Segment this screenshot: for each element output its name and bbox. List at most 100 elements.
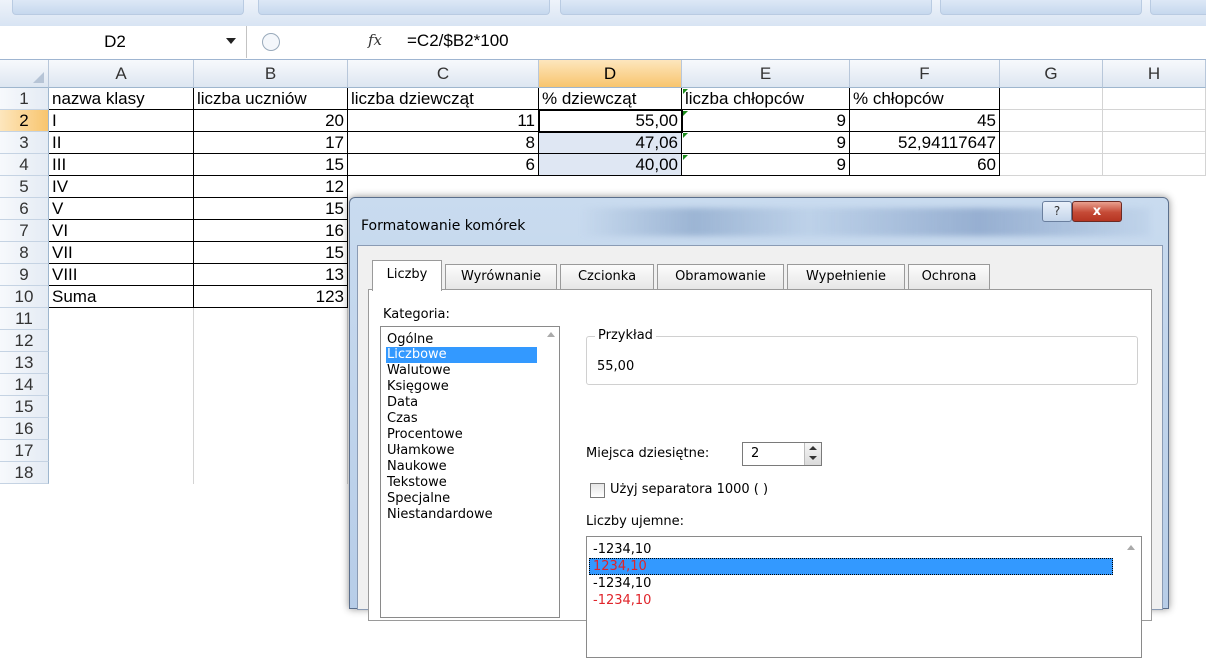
cell-c4[interactable]: 6 — [348, 154, 539, 176]
cell-b2[interactable]: 20 — [194, 110, 348, 132]
row-header[interactable]: 1 — [0, 88, 49, 110]
cell-a4[interactable]: III — [49, 154, 194, 176]
cell-h4[interactable] — [1103, 154, 1206, 176]
cell-g1[interactable] — [1000, 88, 1103, 110]
cell-h3[interactable] — [1103, 132, 1206, 154]
column-header-g[interactable]: G — [1000, 60, 1103, 88]
cell-f3[interactable]: 52,94117647 — [850, 132, 1000, 154]
row-header[interactable]: 3 — [0, 132, 49, 154]
negative-format-item[interactable]: -1234,10 — [593, 541, 651, 558]
cell-d4[interactable]: 40,00 — [539, 154, 682, 176]
category-item[interactable]: Ogólne — [387, 332, 433, 348]
row-header[interactable]: 7 — [0, 220, 49, 242]
column-header-c[interactable]: C — [348, 60, 539, 88]
spinner-buttons[interactable] — [804, 443, 821, 465]
cell-b4[interactable]: 15 — [194, 154, 348, 176]
row-header[interactable]: 14 — [0, 374, 49, 396]
cell-b8[interactable]: 15 — [194, 242, 348, 264]
cell-e2[interactable]: 9 — [682, 110, 850, 132]
row-header[interactable]: 2 — [0, 110, 49, 132]
cell-b7[interactable]: 16 — [194, 220, 348, 242]
category-item[interactable]: Data — [387, 395, 418, 411]
scroll-up-icon[interactable] — [1127, 545, 1135, 550]
cell-g3[interactable] — [1000, 132, 1103, 154]
cell-f1[interactable]: % chłopców — [850, 88, 1000, 110]
scroll-up-icon[interactable] — [547, 332, 555, 337]
decimals-value[interactable]: 2 — [751, 446, 759, 461]
tab-czcionka[interactable]: Czcionka — [560, 264, 654, 289]
row-header[interactable]: 18 — [0, 462, 49, 484]
cell-a6[interactable]: V — [49, 198, 194, 220]
cell-b6[interactable]: 15 — [194, 198, 348, 220]
ribbon-group-clipboard[interactable] — [12, 0, 244, 15]
fx-icon[interactable]: fx — [368, 31, 382, 49]
cell-a5[interactable]: IV — [49, 176, 194, 198]
formula-cancel-icon[interactable] — [262, 33, 280, 51]
cell-g4[interactable] — [1000, 154, 1103, 176]
cell-d1[interactable]: % dziewcząt — [539, 88, 682, 110]
category-item[interactable]: Księgowe — [387, 379, 449, 395]
ribbon-group-more[interactable] — [1150, 0, 1206, 15]
tab-liczby[interactable]: Liczby — [372, 260, 442, 291]
cell-a9[interactable]: VIII — [49, 264, 194, 286]
select-all-corner[interactable] — [0, 60, 49, 88]
negative-numbers-list[interactable]: -1234,10 1234,10 -1234,10 -1234,10 — [586, 536, 1142, 658]
cell-a3[interactable]: II — [49, 132, 194, 154]
cell-b10[interactable]: 123 — [194, 286, 348, 308]
cell-a8[interactable]: VII — [49, 242, 194, 264]
decimals-spinner[interactable]: 2 — [742, 442, 822, 466]
column-header-b[interactable]: B — [194, 60, 348, 88]
cell-a10[interactable]: Suma — [49, 286, 194, 308]
cell-e4[interactable]: 9 — [682, 154, 850, 176]
cell-b3[interactable]: 17 — [194, 132, 348, 154]
cell-e3[interactable]: 9 — [682, 132, 850, 154]
category-item[interactable]: Procentowe — [387, 427, 463, 443]
spin-up-icon[interactable] — [809, 446, 817, 450]
row-header[interactable]: 11 — [0, 308, 49, 330]
cell-h2[interactable] — [1103, 110, 1206, 132]
category-item[interactable]: Walutowe — [387, 363, 451, 379]
row-header[interactable]: 12 — [0, 330, 49, 352]
row-header[interactable]: 5 — [0, 176, 49, 198]
negative-format-item[interactable]: -1234,10 — [593, 575, 651, 592]
column-header-h[interactable]: H — [1103, 60, 1206, 88]
cell-b1[interactable]: liczba uczniów — [194, 88, 348, 110]
cell-d2[interactable]: 55,00 — [539, 110, 682, 132]
column-header-d[interactable]: D — [539, 60, 682, 88]
close-button[interactable]: x — [1072, 201, 1122, 222]
spin-down-icon[interactable] — [809, 456, 817, 460]
row-header[interactable]: 13 — [0, 352, 49, 374]
name-box[interactable]: D2 — [0, 26, 247, 58]
row-header[interactable]: 16 — [0, 418, 49, 440]
row-header[interactable]: 4 — [0, 154, 49, 176]
category-item[interactable]: Czas — [387, 411, 418, 427]
cell-d3[interactable]: 47,06 — [539, 132, 682, 154]
empty-area-a[interactable] — [49, 308, 194, 484]
category-item-selected[interactable]: Liczbowe — [386, 347, 537, 363]
tab-ochrona[interactable]: Ochrona — [908, 264, 990, 289]
cell-c2[interactable]: 11 — [348, 110, 539, 132]
cell-g2[interactable] — [1000, 110, 1103, 132]
cell-a1[interactable]: nazwa klasy — [49, 88, 194, 110]
ribbon-group-number[interactable] — [940, 0, 1142, 15]
category-item[interactable]: Niestandardowe — [387, 507, 493, 523]
cell-c1[interactable]: liczba dziewcząt — [348, 88, 539, 110]
negative-format-item-selected[interactable]: 1234,10 — [589, 558, 1113, 575]
category-item[interactable]: Naukowe — [387, 459, 447, 475]
empty-area-b[interactable] — [194, 308, 348, 484]
cell-e1[interactable]: liczba chłopców — [682, 88, 850, 110]
formula-input[interactable]: =C2/$B2*100 — [407, 31, 509, 51]
column-header-e[interactable]: E — [682, 60, 850, 88]
help-button[interactable]: ? — [1042, 201, 1072, 222]
category-list[interactable]: Ogólne Liczbowe Walutowe Księgowe Data C… — [380, 326, 560, 618]
ribbon-group-alignment[interactable] — [560, 0, 932, 15]
row-header[interactable]: 17 — [0, 440, 49, 462]
tab-obramowanie[interactable]: Obramowanie — [657, 264, 784, 289]
row-header[interactable]: 10 — [0, 286, 49, 308]
row-header[interactable]: 15 — [0, 396, 49, 418]
separator-label[interactable]: Użyj separatora 1000 ( ) — [610, 482, 768, 497]
separator-checkbox[interactable] — [590, 483, 605, 498]
cell-f2[interactable]: 45 — [850, 110, 1000, 132]
name-box-dropdown-icon[interactable] — [226, 38, 236, 44]
category-item[interactable]: Specjalne — [387, 491, 450, 507]
